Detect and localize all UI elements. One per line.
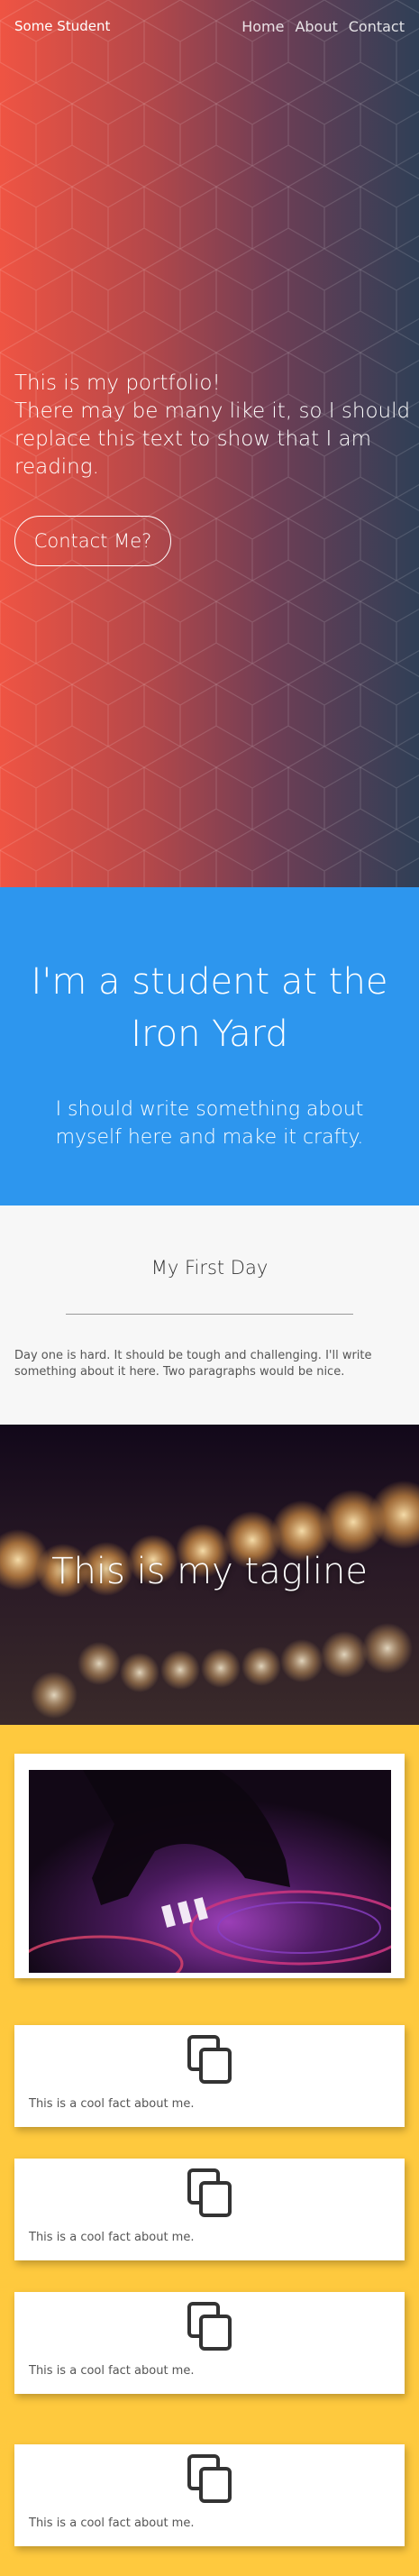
copy-icon: [187, 2454, 232, 2503]
first-day-section: My First Day Day one is hard. It should …: [0, 1205, 419, 1425]
fact-text: This is a cool fact about me.: [29, 2231, 195, 2244]
main-nav: Home About Contact: [241, 18, 405, 35]
fact-card: This is a cool fact about me.: [14, 2159, 405, 2260]
copy-icon: [187, 2035, 232, 2084]
hero-line-2: There may be many like it, so I should r…: [14, 399, 411, 479]
contact-me-button[interactable]: Contact Me?: [14, 516, 171, 566]
nav-contact-link[interactable]: Contact: [349, 18, 405, 35]
copy-icon: [187, 2168, 232, 2217]
fact-card: This is a cool fact about me.: [14, 2025, 405, 2127]
hero-intro-text: This is my portfolio! There may be many …: [14, 370, 411, 481]
photo-card: [14, 1754, 405, 1978]
nav-about-link[interactable]: About: [295, 18, 337, 35]
first-day-body: Day one is hard. It should be tough and …: [14, 1349, 372, 1379]
dj-turntable-photo: [29, 1770, 391, 1973]
section-divider: [66, 1314, 353, 1315]
facts-section: This is a cool fact about me. This is a …: [0, 1725, 419, 2576]
fact-card: This is a cool fact about me.: [14, 2292, 405, 2394]
fact-card: This is a cool fact about me.: [14, 2444, 405, 2546]
fact-text: This is a cool fact about me.: [29, 2516, 195, 2530]
tagline-text: This is my tagline: [51, 1551, 368, 1592]
brand-link[interactable]: Some Student: [14, 18, 110, 34]
hero-section: Some Student Home About Contact This is …: [0, 0, 419, 887]
fact-text: This is a cool fact about me.: [29, 2097, 195, 2111]
intro-heading: I'm a student at the Iron Yard: [31, 961, 388, 1055]
first-day-title: My First Day: [150, 1257, 269, 1279]
tagline-section: This is my tagline: [0, 1425, 419, 1725]
intro-section: I'm a student at the Iron Yard I should …: [0, 887, 419, 1205]
hero-line-1: This is my portfolio!: [14, 371, 221, 395]
intro-subheading: I should write something about myself he…: [55, 1098, 364, 1149]
nav-home-link[interactable]: Home: [241, 18, 284, 35]
top-navbar: Some Student Home About Contact: [0, 0, 419, 52]
copy-icon: [187, 2302, 232, 2351]
fact-text: This is a cool fact about me.: [29, 2364, 195, 2378]
